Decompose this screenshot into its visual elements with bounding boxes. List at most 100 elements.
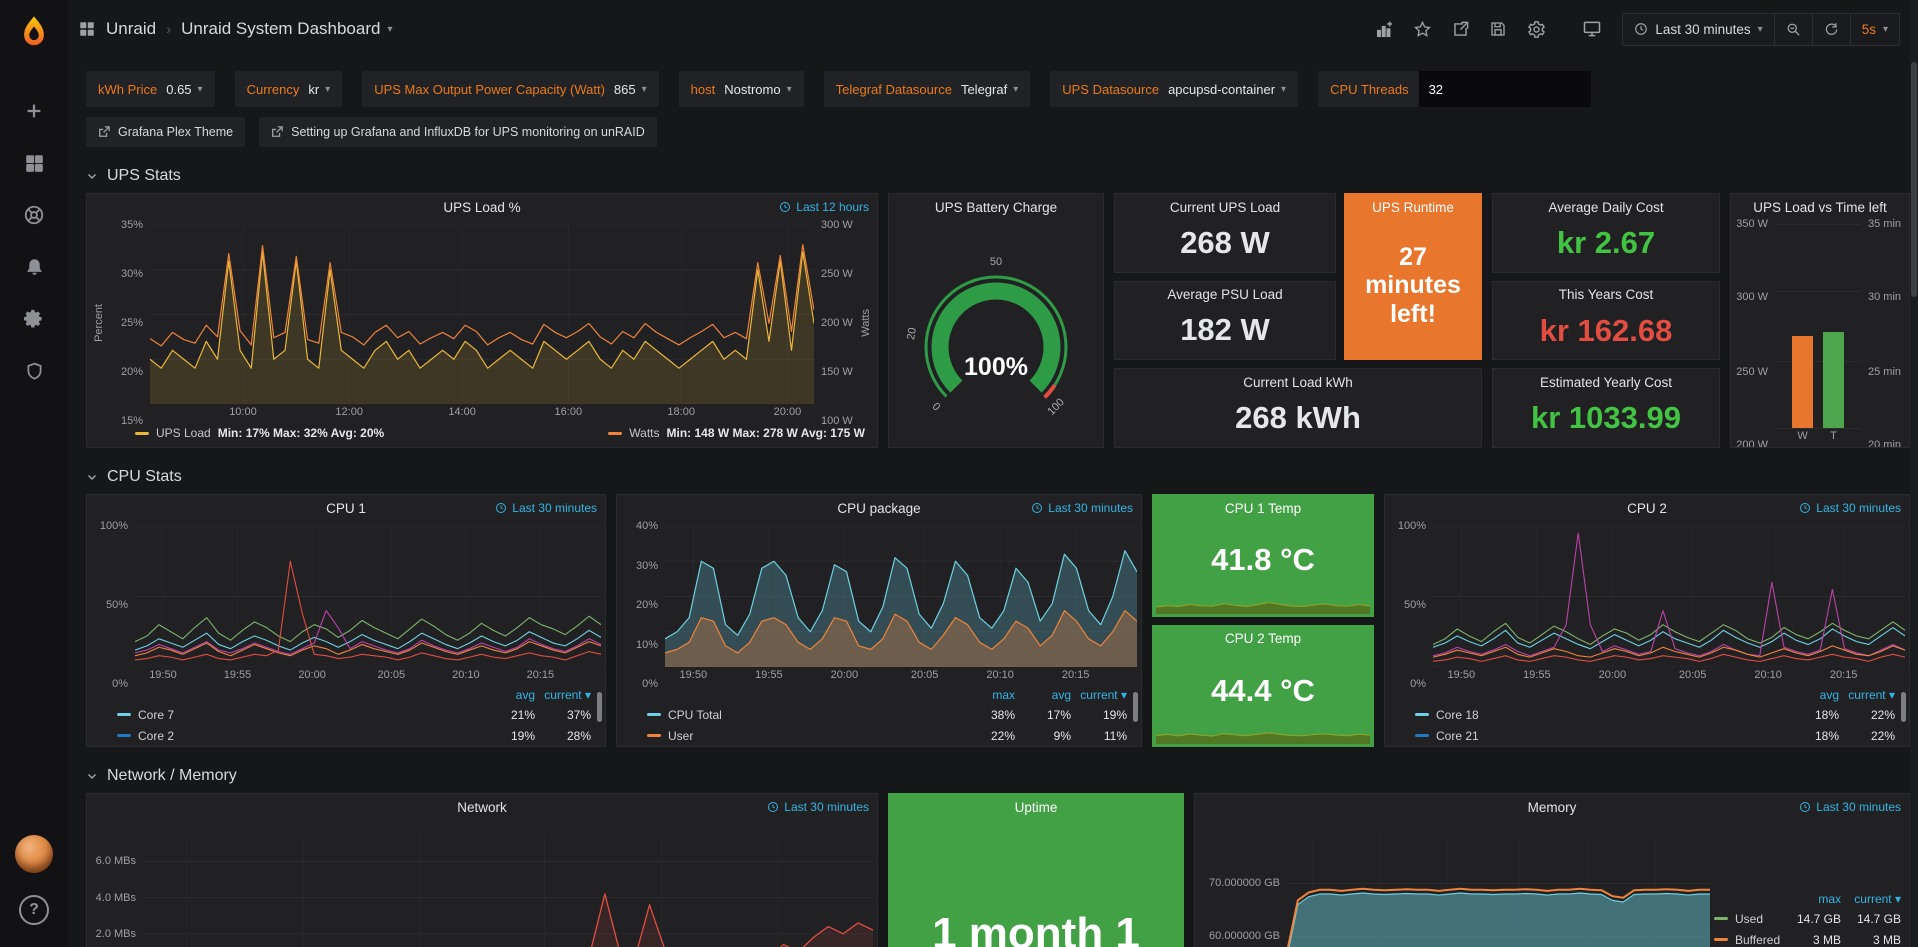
panel-title[interactable]: Uptime — [889, 794, 1183, 820]
panel-title[interactable]: CPU 1 Temp — [1153, 495, 1373, 521]
legend-col-avg[interactable]: avg — [1015, 688, 1071, 702]
panel-title[interactable]: Current UPS Load — [1115, 194, 1335, 220]
sidebar-item-configuration[interactable] — [21, 306, 47, 332]
plot-area[interactable] — [1433, 526, 1905, 667]
legend-series-name[interactable]: Core 7 — [138, 708, 174, 722]
legend-series-name[interactable]: Used — [1735, 912, 1763, 926]
legend-series-name[interactable]: Buffered — [1735, 933, 1780, 947]
panel-title[interactable]: UPS Load vs Time left — [1731, 194, 1909, 220]
panel-time-badge[interactable]: Last 30 minutes — [1031, 495, 1133, 521]
legend-series[interactable]: Core 2 — [117, 729, 479, 743]
legend-series[interactable]: CPU Total — [647, 708, 959, 722]
variable-value-dropdown[interactable]: Telegraf▾ — [961, 82, 1018, 97]
panel-title[interactable]: Network Last 30 minutes — [87, 794, 877, 820]
sidebar-item-create[interactable] — [21, 98, 47, 124]
panel-title[interactable]: CPU 2 Temp — [1153, 626, 1373, 652]
panel-title[interactable]: Average Daily Cost — [1493, 194, 1719, 220]
row-header-network-memory[interactable]: Network / Memory — [86, 759, 1910, 793]
variable-value-dropdown[interactable]: Nostromo▾ — [724, 82, 791, 97]
link-grafana-influxdb-guide[interactable]: Setting up Grafana and InfluxDB for UPS … — [259, 117, 657, 147]
row-header-ups-stats[interactable]: UPS Stats — [86, 159, 1910, 193]
sidebar-item-server-admin[interactable] — [21, 358, 47, 384]
legend-series-name[interactable]: Core 2 — [138, 729, 174, 743]
plot-area[interactable] — [150, 225, 814, 404]
settings-button[interactable] — [1520, 14, 1552, 44]
legend-col-current[interactable]: current ▾ — [535, 688, 591, 702]
panel-title[interactable]: UPS Runtime — [1345, 194, 1481, 220]
legend-series[interactable]: UPS LoadMin: 17% Max: 32% Avg: 20% — [135, 426, 384, 440]
panel-title[interactable]: CPU 1 Last 30 minutes — [87, 495, 605, 521]
plot-area[interactable] — [1287, 836, 1710, 947]
add-panel-button[interactable] — [1368, 14, 1400, 44]
zoom-out-button[interactable] — [1774, 14, 1812, 45]
legend-col-current[interactable]: current ▾ — [1839, 688, 1895, 702]
legend-col-max[interactable]: max — [1781, 892, 1841, 906]
panel-title[interactable]: CPU 2 Last 30 minutes — [1385, 495, 1909, 521]
legend-series-name[interactable]: Core 18 — [1436, 708, 1479, 722]
legend-series-name[interactable]: CPU Total — [668, 708, 722, 722]
legend-col-avg[interactable]: avg — [1783, 688, 1839, 702]
legend-scrollbar[interactable] — [1133, 692, 1138, 722]
row-header-cpu-stats[interactable]: CPU Stats — [86, 460, 1910, 494]
bar-T[interactable] — [1823, 332, 1844, 428]
panel-title[interactable]: This Years Cost — [1493, 282, 1719, 308]
panel-time-badge[interactable]: Last 30 minutes — [1799, 495, 1901, 521]
variable-value-dropdown[interactable]: apcupsd-container▾ — [1168, 82, 1286, 97]
panel-time-badge[interactable]: Last 30 minutes — [1799, 794, 1901, 820]
sidebar-item-dashboards[interactable] — [21, 150, 47, 176]
cycle-view-button[interactable] — [1576, 14, 1608, 44]
panel-title[interactable]: CPU package Last 30 minutes — [617, 495, 1141, 521]
panel-time-badge[interactable]: Last 30 minutes — [767, 794, 869, 820]
legend-series[interactable]: User — [647, 729, 959, 743]
save-button[interactable] — [1482, 14, 1514, 44]
panel-title[interactable]: Average PSU Load — [1115, 282, 1335, 308]
bar-W[interactable] — [1792, 336, 1813, 428]
page-scrollbar[interactable] — [1910, 0, 1918, 947]
share-button[interactable] — [1444, 14, 1476, 44]
legend-series[interactable]: Buffered — [1714, 933, 1781, 947]
star-button[interactable] — [1406, 14, 1438, 44]
help-button[interactable]: ? — [19, 895, 49, 925]
legend-scrollbar[interactable] — [597, 692, 602, 722]
panel-title[interactable]: Estimated Yearly Cost — [1493, 369, 1719, 395]
sidebar-item-alerting[interactable] — [21, 254, 47, 280]
refresh-interval-picker[interactable]: 5s ▾ — [1850, 14, 1899, 45]
plot-area[interactable] — [135, 526, 601, 667]
legend-col-current[interactable]: current ▾ — [1841, 892, 1901, 906]
legend-col-current[interactable]: current ▾ — [1071, 688, 1127, 702]
variable-value-dropdown[interactable]: kr▾ — [308, 82, 330, 97]
panel-time-badge[interactable]: Last 12 hours — [779, 194, 869, 220]
panel-title[interactable]: UPS Load % Last 12 hours — [87, 194, 877, 220]
legend-series[interactable]: Core 7 — [117, 708, 479, 722]
legend-series-name[interactable]: Watts — [629, 426, 659, 440]
legend-series[interactable]: Used — [1714, 912, 1781, 926]
dashboard-title[interactable]: Unraid System Dashboard ▾ — [181, 19, 392, 39]
plot-area[interactable] — [665, 526, 1137, 667]
refresh-button[interactable] — [1812, 14, 1850, 45]
legend-series[interactable]: Core 18 — [1415, 708, 1783, 722]
legend-series[interactable]: WattsMin: 148 W Max: 278 W Avg: 175 W — [608, 426, 865, 440]
panel-title[interactable]: Memory Last 30 minutes — [1195, 794, 1909, 820]
breadcrumb-folder[interactable]: Unraid — [106, 19, 156, 39]
panel-title[interactable]: UPS Battery Charge — [889, 194, 1103, 220]
variable-value-dropdown[interactable]: 0.65▾ — [166, 82, 202, 97]
grafana-logo[interactable] — [17, 0, 51, 64]
legend-series-name[interactable]: User — [668, 729, 693, 743]
legend-series-name[interactable]: Core 21 — [1436, 729, 1479, 743]
variable-value-dropdown[interactable]: 865▾ — [614, 82, 647, 97]
legend-series[interactable]: Core 21 — [1415, 729, 1783, 743]
plot-area[interactable] — [143, 836, 873, 947]
cpu-threads-input[interactable] — [1419, 71, 1591, 107]
sidebar-item-explore[interactable] — [21, 202, 47, 228]
link-grafana-plex-theme[interactable]: Grafana Plex Theme — [86, 117, 245, 147]
panel-time-badge[interactable]: Last 30 minutes — [495, 495, 597, 521]
legend-scrollbar[interactable] — [1901, 692, 1906, 722]
time-range-picker[interactable]: Last 30 minutes ▾ — [1623, 14, 1773, 45]
panel-title[interactable]: Current Load kWh — [1115, 369, 1481, 395]
plot-area[interactable] — [1775, 224, 1861, 428]
legend-col-max[interactable]: max — [959, 688, 1015, 702]
page-scrollbar-thumb[interactable] — [1911, 62, 1917, 297]
legend-col-avg[interactable]: avg — [479, 688, 535, 702]
legend-series-name[interactable]: UPS Load — [156, 426, 211, 440]
user-avatar[interactable] — [15, 835, 53, 873]
